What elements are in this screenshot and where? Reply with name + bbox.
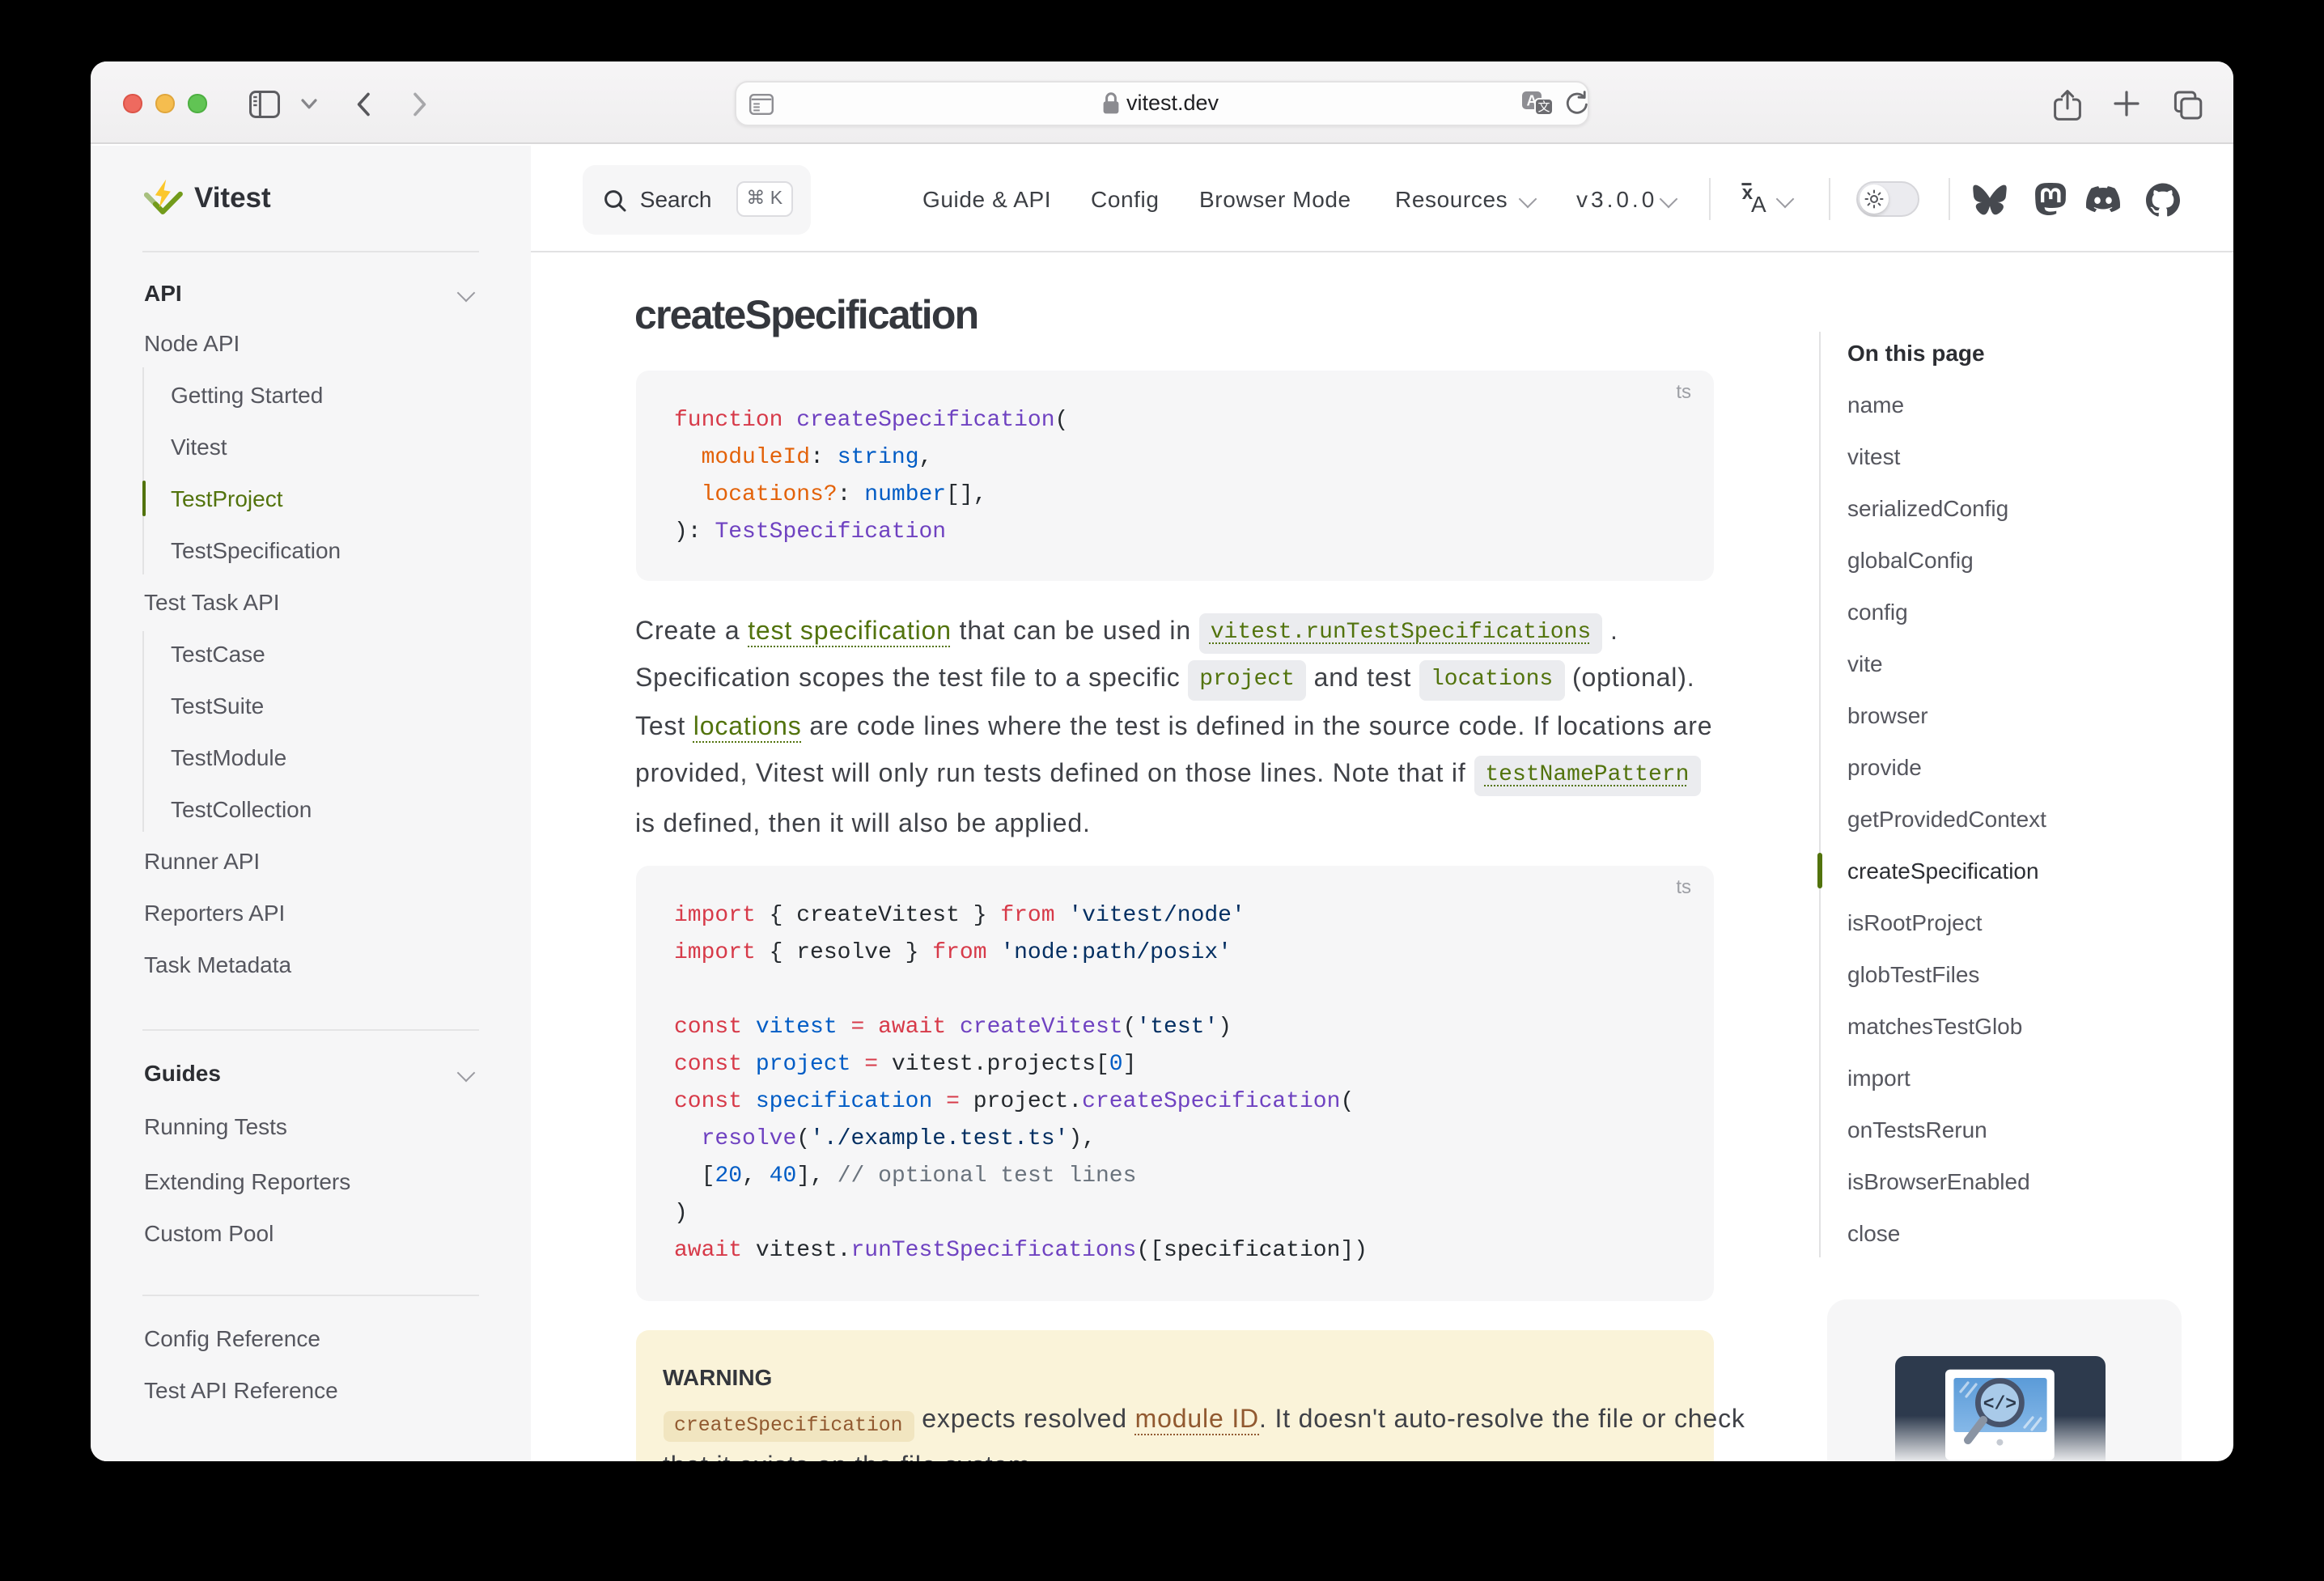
svg-text:文: 文 (1537, 100, 1550, 114)
svg-text:</>: </> (1983, 1394, 2017, 1415)
svg-text:A: A (1751, 192, 1766, 217)
